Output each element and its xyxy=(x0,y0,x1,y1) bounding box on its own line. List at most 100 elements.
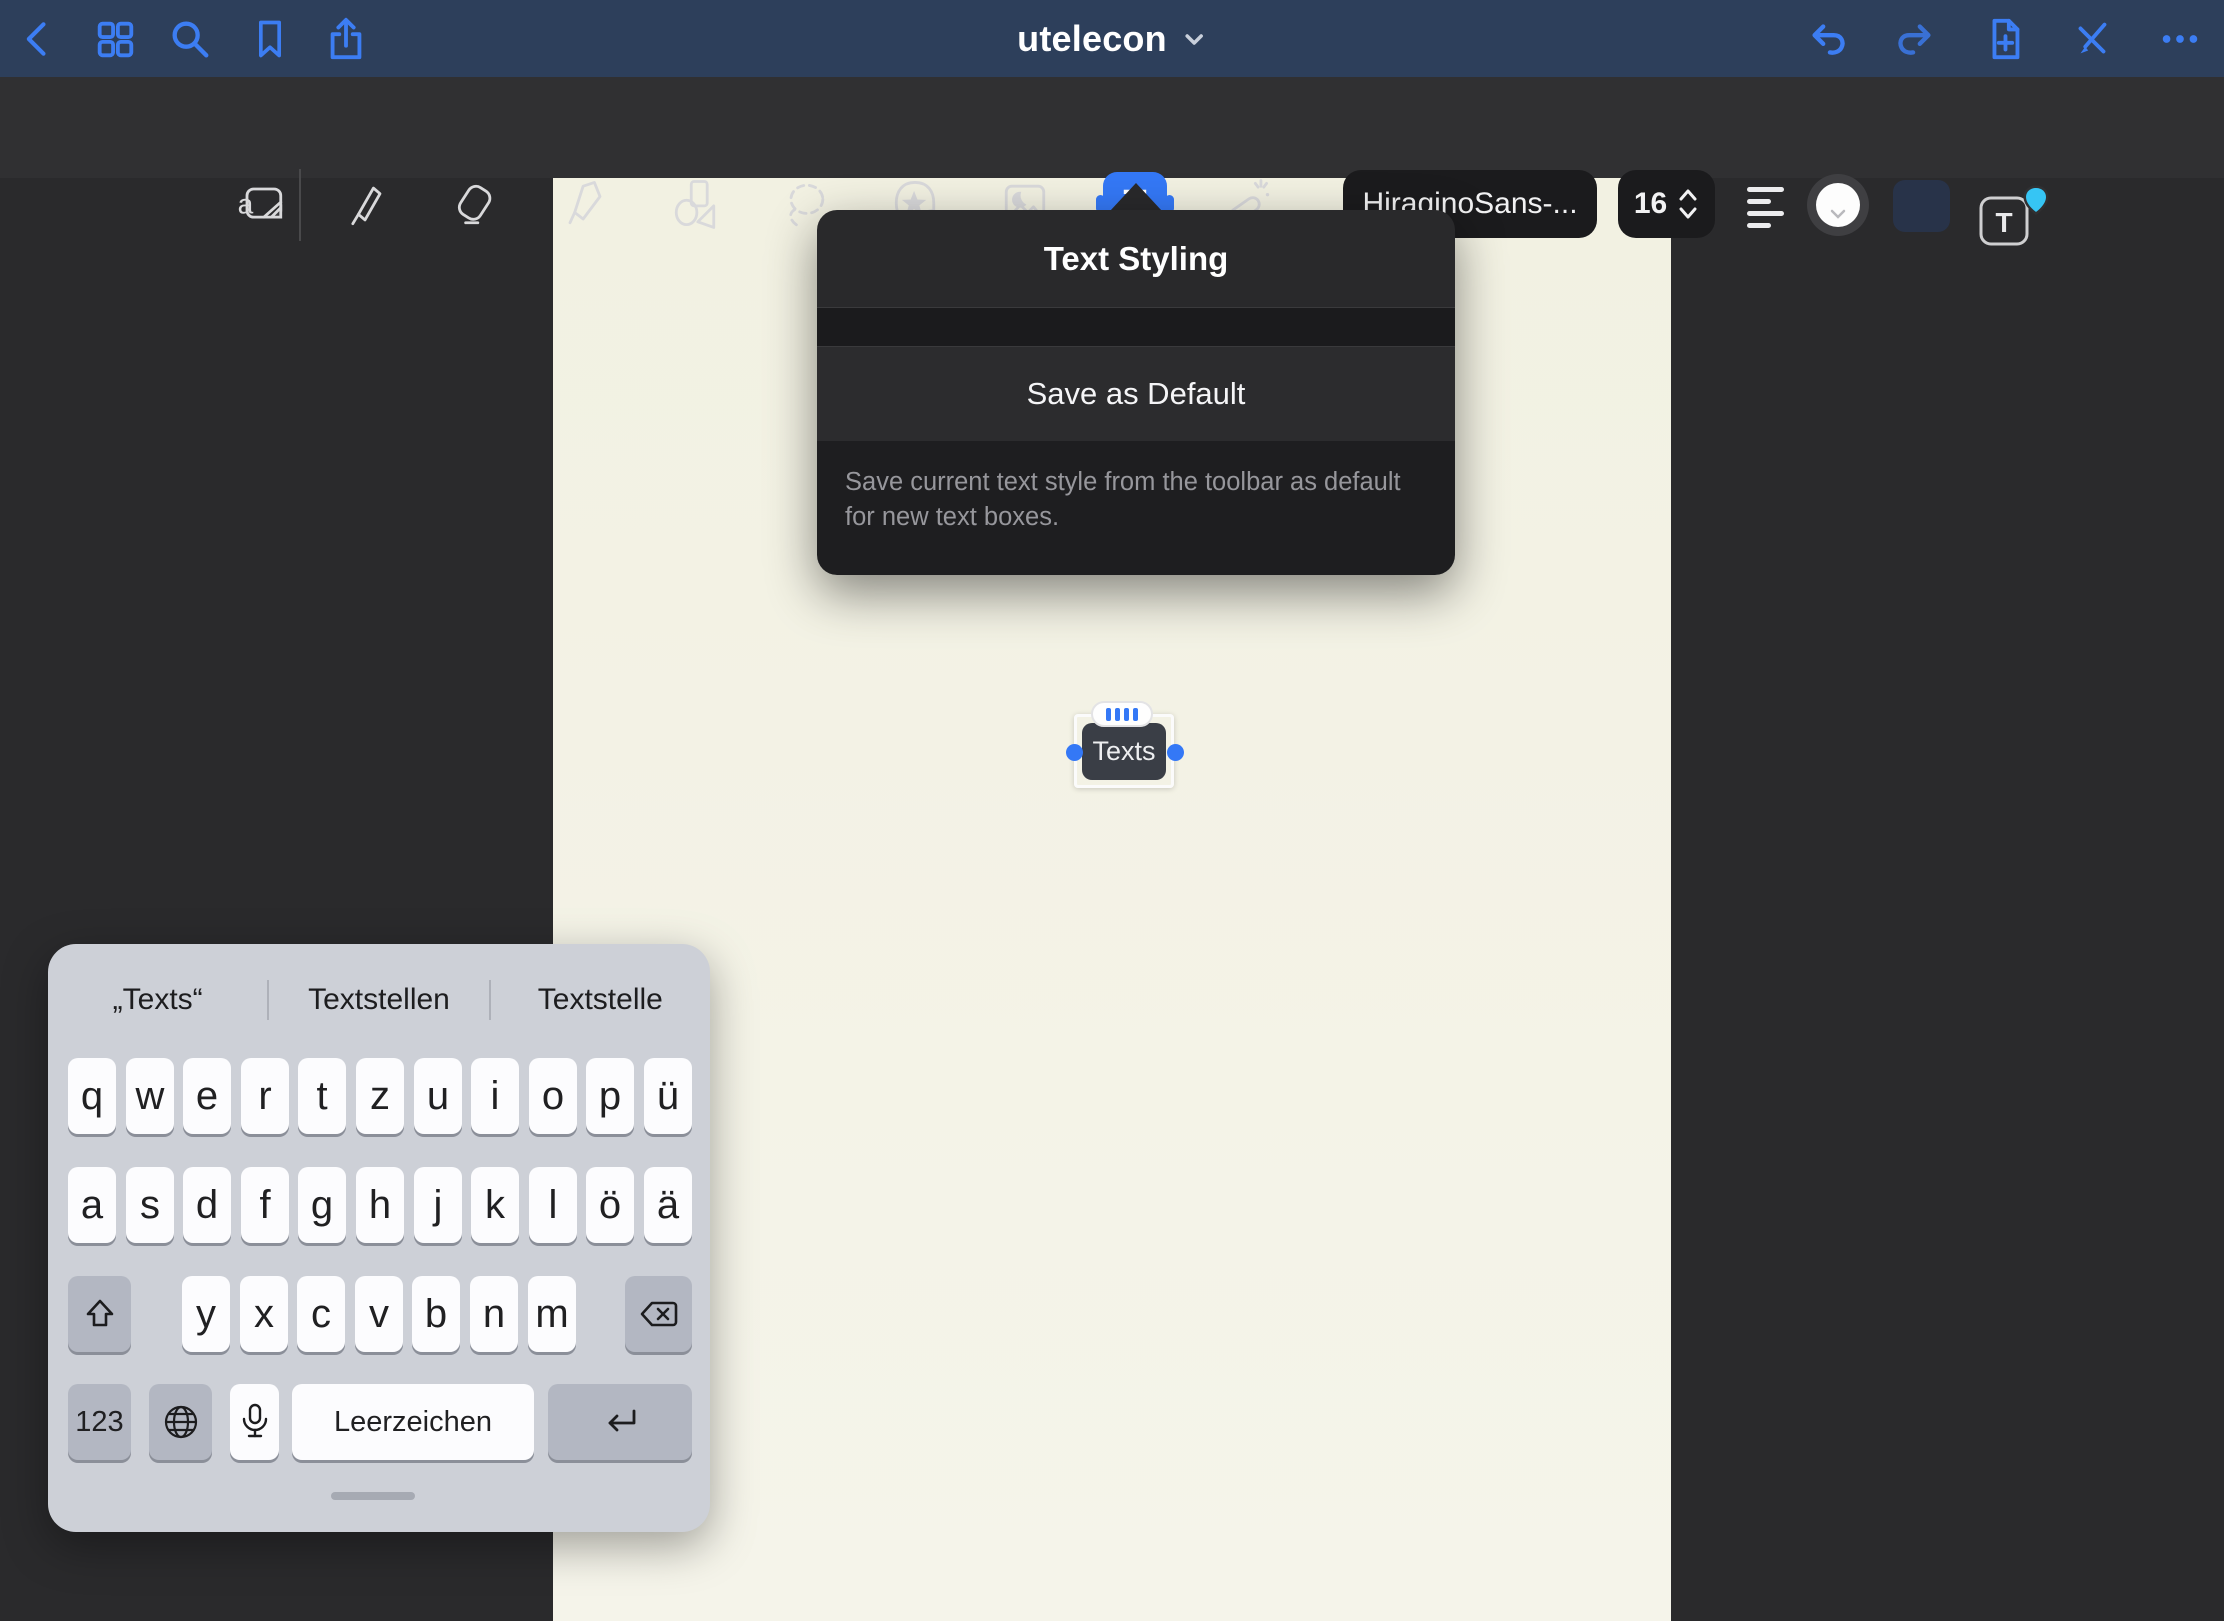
save-as-default-button[interactable]: Save as Default xyxy=(817,347,1455,441)
shift-icon xyxy=(83,1297,117,1331)
suggestion-3[interactable]: Textstelle xyxy=(491,983,710,1017)
key-ue[interactable]: ü xyxy=(644,1058,692,1134)
key-f[interactable]: f xyxy=(241,1167,289,1243)
textbox-drag-handle[interactable] xyxy=(1091,701,1153,727)
key-a[interactable]: a xyxy=(68,1167,116,1243)
bookmark-icon xyxy=(248,17,292,61)
suggestion-1[interactable]: „Texts“ xyxy=(48,983,267,1017)
key-v[interactable]: v xyxy=(355,1276,403,1352)
back-button[interactable] xyxy=(16,17,60,61)
shapes-tool[interactable] xyxy=(665,174,725,234)
more-button[interactable] xyxy=(2157,16,2203,62)
key-oe[interactable]: ö xyxy=(586,1167,634,1243)
pen-mode-toggle-button[interactable] xyxy=(2069,16,2115,62)
highlighter-icon xyxy=(555,174,615,234)
thumbnails-button[interactable] xyxy=(92,16,138,62)
textbox-resize-handle-right[interactable] xyxy=(1167,744,1184,761)
text-align-button[interactable] xyxy=(1747,187,1785,228)
key-ae[interactable]: ä xyxy=(644,1167,692,1243)
key-x[interactable]: x xyxy=(240,1276,288,1352)
nav-bar: utelecon xyxy=(0,0,2224,77)
backspace-key[interactable] xyxy=(625,1276,692,1352)
key-b[interactable]: b xyxy=(412,1276,460,1352)
textbox[interactable]: Texts xyxy=(1082,723,1166,780)
app-root: utelecon xyxy=(0,0,2224,1621)
popup-title: Text Styling xyxy=(817,210,1455,307)
document-title[interactable]: utelecon xyxy=(1017,18,1207,60)
key-i[interactable]: i xyxy=(471,1058,519,1134)
key-g[interactable]: g xyxy=(298,1167,346,1243)
document-title-text: utelecon xyxy=(1017,18,1167,60)
keyboard-drag-handle[interactable] xyxy=(331,1492,415,1500)
key-u[interactable]: u xyxy=(414,1058,462,1134)
text-color-well[interactable] xyxy=(1807,174,1869,236)
bookmark-button[interactable] xyxy=(248,17,292,61)
key-k[interactable]: k xyxy=(471,1167,519,1243)
secondary-color-swatch[interactable] xyxy=(1893,180,1950,232)
color-chevron-icon xyxy=(1830,209,1846,219)
share-button[interactable] xyxy=(323,16,369,62)
highlighter-tool[interactable] xyxy=(555,174,615,234)
key-j[interactable]: j xyxy=(414,1167,462,1243)
popup-separator-band xyxy=(817,307,1455,347)
popup-arrow xyxy=(1110,183,1162,211)
return-key[interactable] xyxy=(548,1384,692,1460)
eraser-icon xyxy=(445,174,505,234)
pen-tool[interactable] xyxy=(335,174,395,234)
undo-icon xyxy=(1805,16,1851,62)
stepper-chevrons-icon xyxy=(1677,186,1699,222)
toolbar-divider xyxy=(299,169,301,241)
share-icon xyxy=(323,16,369,62)
globe-key[interactable] xyxy=(149,1384,212,1460)
key-m[interactable]: m xyxy=(528,1276,576,1352)
text-style-heart-icon: T xyxy=(1978,184,2054,250)
chevron-down-icon xyxy=(1181,26,1207,52)
search-button[interactable] xyxy=(167,16,213,62)
key-h[interactable]: h xyxy=(356,1167,404,1243)
suggestion-bar: „Texts“ Textstellen Textstelle xyxy=(48,958,710,1042)
numbers-key[interactable]: 123 xyxy=(68,1384,131,1460)
add-page-icon xyxy=(1982,16,2028,62)
key-q[interactable]: q xyxy=(68,1058,116,1134)
key-l[interactable]: l xyxy=(529,1167,577,1243)
svg-text:T: T xyxy=(1995,207,2012,238)
textbox-resize-handle-left[interactable] xyxy=(1066,744,1083,761)
key-d[interactable]: d xyxy=(183,1167,231,1243)
key-n[interactable]: n xyxy=(470,1276,518,1352)
grid-icon xyxy=(92,16,138,62)
key-t[interactable]: t xyxy=(298,1058,346,1134)
key-e[interactable]: e xyxy=(183,1058,231,1134)
undo-button[interactable] xyxy=(1805,16,1851,62)
add-page-button[interactable] xyxy=(1982,16,2028,62)
font-size-value: 16 xyxy=(1634,187,1667,221)
key-s[interactable]: s xyxy=(126,1167,174,1243)
shift-key[interactable] xyxy=(68,1276,131,1352)
key-z[interactable]: z xyxy=(356,1058,404,1134)
text-styling-panel-button[interactable]: T xyxy=(1978,184,2024,230)
space-key[interactable]: Leerzeichen xyxy=(292,1384,534,1460)
pen-cross-icon xyxy=(2069,16,2115,62)
text-styling-popup: Text Styling Save as Default Save curren… xyxy=(817,210,1455,575)
floating-keyboard: „Texts“ Textstellen Textstelle q w e r t… xyxy=(48,944,710,1532)
ellipsis-icon xyxy=(2157,16,2203,62)
back-chevron-icon xyxy=(16,17,60,61)
dictation-key[interactable] xyxy=(230,1384,279,1460)
font-size-stepper[interactable]: 16 xyxy=(1618,170,1715,238)
zoom-window-tool[interactable]: a xyxy=(232,174,292,234)
popup-description: Save current text style from the toolbar… xyxy=(817,441,1455,575)
tool-bar: a xyxy=(0,77,2224,178)
key-p[interactable]: p xyxy=(586,1058,634,1134)
suggestion-2[interactable]: Textstellen xyxy=(269,983,488,1017)
key-w[interactable]: w xyxy=(126,1058,174,1134)
eraser-tool[interactable] xyxy=(445,174,505,234)
backspace-icon xyxy=(639,1299,679,1329)
return-icon xyxy=(602,1407,638,1437)
key-r[interactable]: r xyxy=(241,1058,289,1134)
key-o[interactable]: o xyxy=(529,1058,577,1134)
redo-icon xyxy=(1892,16,1938,62)
key-y[interactable]: y xyxy=(182,1276,230,1352)
redo-button[interactable] xyxy=(1892,16,1938,62)
key-c[interactable]: c xyxy=(297,1276,345,1352)
shapes-icon xyxy=(665,174,725,234)
svg-text:a: a xyxy=(238,188,254,219)
